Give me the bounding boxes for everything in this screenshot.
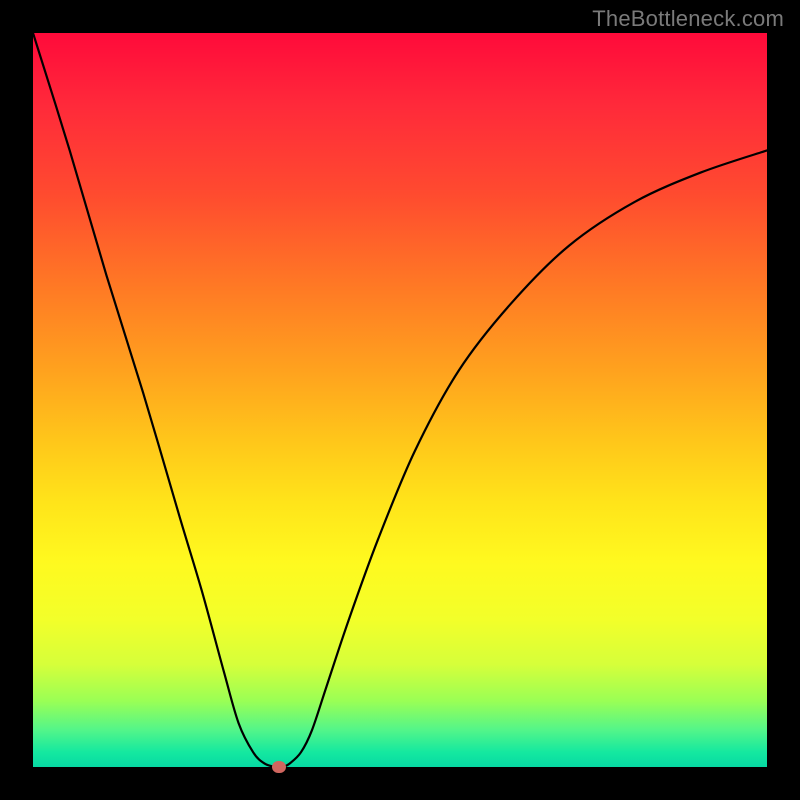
chart-frame: TheBottleneck.com (0, 0, 800, 800)
watermark-text: TheBottleneck.com (592, 6, 784, 32)
curve-svg (33, 33, 767, 767)
plot-area (33, 33, 767, 767)
bottleneck-curve (33, 33, 767, 767)
optimum-marker (272, 761, 286, 773)
